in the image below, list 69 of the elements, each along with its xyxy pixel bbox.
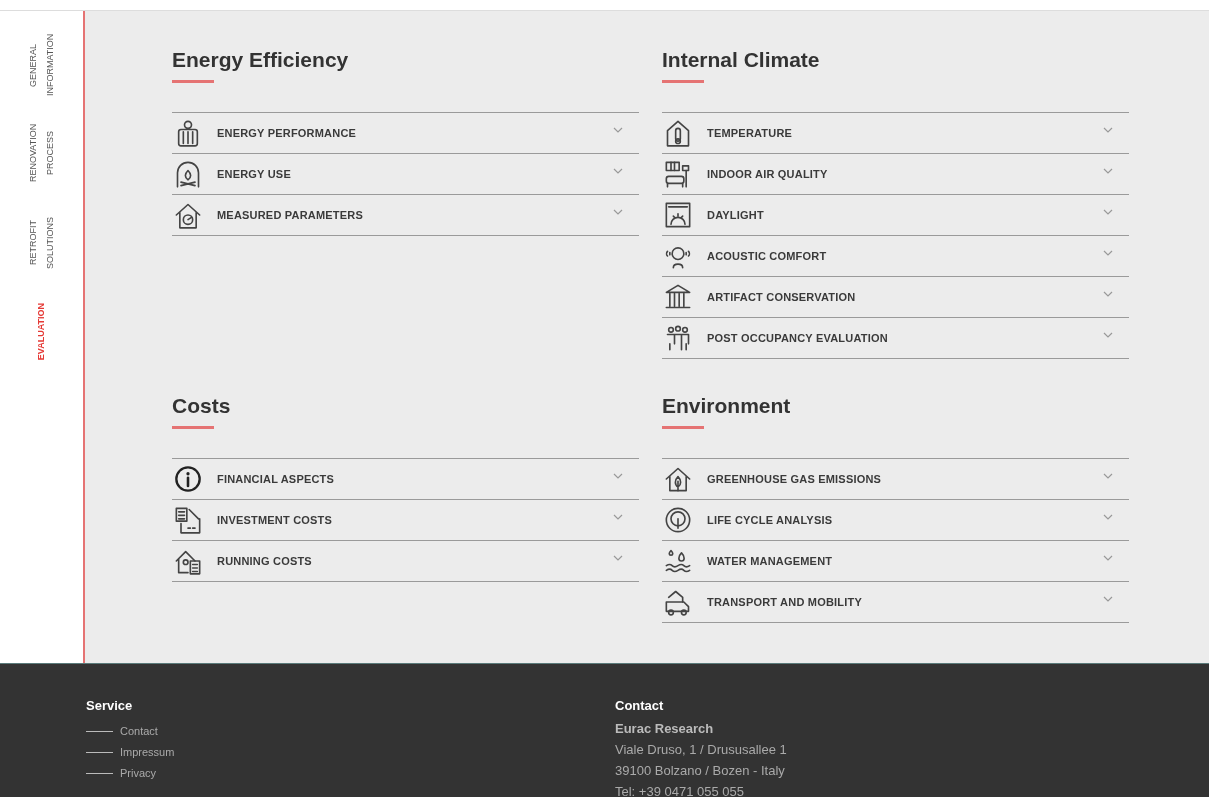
dash-line: [86, 773, 113, 774]
accordion-row[interactable]: GREENHOUSE GAS EMISSIONS: [662, 459, 1129, 500]
dash-line: [86, 731, 113, 732]
chevron-down-icon: [1103, 291, 1113, 297]
section-heading: Costs: [172, 393, 232, 419]
footer-link[interactable]: Privacy: [120, 765, 157, 782]
water-drops-icon: [664, 547, 692, 575]
chevron-down-icon: [1103, 596, 1113, 602]
chevron-down-icon: [1103, 250, 1113, 256]
chevron-down-icon: [613, 473, 623, 479]
address-line: Tel: +39 0471 055 055: [615, 783, 745, 797]
accordion-row[interactable]: INDOOR AIR QUALITY: [662, 154, 1129, 195]
heading-underline: [662, 426, 704, 429]
footer-heading: Service: [86, 698, 133, 714]
chevron-down-icon: [1103, 555, 1113, 561]
house-tree-icon: [664, 465, 692, 493]
van-house-icon: [664, 588, 692, 616]
accordion-row[interactable]: LIFE CYCLE ANALYSIS: [662, 500, 1129, 541]
chevron-down-icon: [1103, 127, 1113, 133]
sidebar-tab[interactable]: RENOVATION PROCESS: [23, 109, 60, 197]
chevron-down-icon: [613, 127, 623, 133]
accordion-row[interactable]: ARTIFACT CONSERVATION: [662, 277, 1129, 318]
chevron-down-icon: [1103, 209, 1113, 215]
accordion-row[interactable]: ENERGY PERFORMANCE: [172, 113, 639, 154]
accordion-row[interactable]: DAYLIGHT: [662, 195, 1129, 236]
accordion-row[interactable]: INVESTMENT COSTS: [172, 500, 639, 541]
address-line: Viale Druso, 1 / Drususallee 1: [615, 741, 787, 759]
museum-icon: [664, 283, 692, 311]
accordion-row[interactable]: TRANSPORT AND MOBILITY: [662, 582, 1129, 623]
chevron-down-icon: [1103, 473, 1113, 479]
house-thermometer-icon: [664, 119, 692, 147]
heading-underline: [172, 80, 214, 83]
sidebar-tab[interactable]: GENERAL INFORMATION: [23, 21, 60, 109]
footer-link[interactable]: Impressum: [120, 744, 175, 761]
window-sun-icon: [664, 201, 692, 229]
chevron-down-icon: [613, 555, 623, 561]
chevron-down-icon: [1103, 168, 1113, 174]
accordion-row[interactable]: MEASURED PARAMETERS: [172, 195, 639, 236]
accordion-row[interactable]: RUNNING COSTS: [172, 541, 639, 582]
address-line: 39100 Bolzano / Bozen - Italy: [615, 762, 785, 780]
chevron-down-icon: [1103, 332, 1113, 338]
dash-line: [86, 752, 113, 753]
chevron-down-icon: [1103, 514, 1113, 520]
sofa-window-icon: [664, 160, 692, 188]
calculator-document-icon: [174, 506, 202, 534]
heading-underline: [172, 426, 214, 429]
people-icon: [664, 324, 692, 352]
accordion-row[interactable]: FINANCIAL ASPECTS: [172, 459, 639, 500]
accordion-row[interactable]: WATER MANAGEMENT: [662, 541, 1129, 582]
section-heading: Internal Climate: [662, 47, 821, 73]
sidebar-tab[interactable]: EVALUATION: [23, 289, 60, 375]
heading-underline: [662, 80, 704, 83]
flame-icon: [174, 160, 202, 188]
accordion-row[interactable]: POST OCCUPANCY EVALUATION: [662, 318, 1129, 359]
chevron-down-icon: [613, 168, 623, 174]
section-heading: Energy Efficiency: [172, 47, 350, 73]
tree-cycle-icon: [664, 506, 692, 534]
accordion-row[interactable]: TEMPERATURE: [662, 113, 1129, 154]
footer-heading: Contact: [615, 698, 664, 714]
chevron-down-icon: [613, 514, 623, 520]
accordion-row[interactable]: ACOUSTIC COMFORT: [662, 236, 1129, 277]
house-gauge-icon: [174, 201, 202, 229]
footer-link[interactable]: Contact: [120, 723, 158, 740]
info-icon: [174, 465, 202, 493]
section-heading: Environment: [662, 393, 792, 419]
organization-name: Eurac Research: [615, 720, 714, 738]
sidebar-tab[interactable]: RETROFIT SOLUTIONS: [23, 197, 60, 289]
accordion-row[interactable]: ENERGY USE: [172, 154, 639, 195]
chevron-down-icon: [613, 209, 623, 215]
